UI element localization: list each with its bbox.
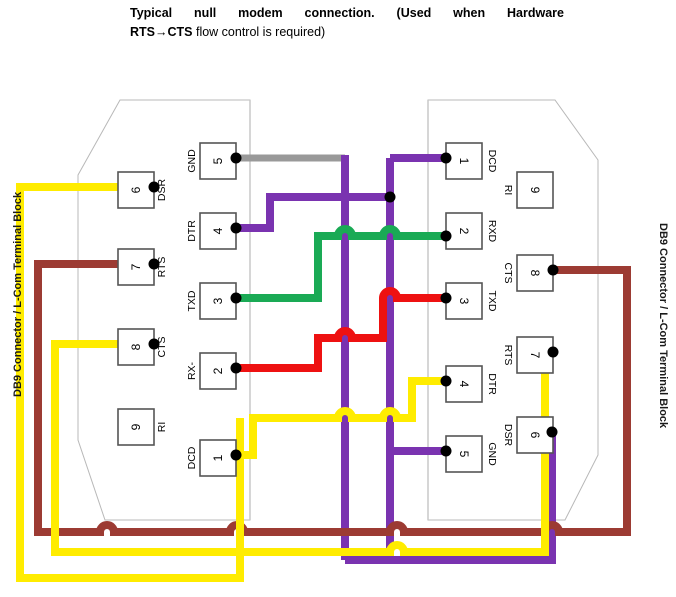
- pin-box-left-7-rts[interactable]: 7 RTS: [117, 248, 168, 286]
- pin-box-right-7-rts[interactable]: 7 RTS: [502, 336, 559, 374]
- pin-number-left-7: 7: [129, 263, 143, 270]
- pin-label-right-rxd: RXD: [486, 220, 498, 243]
- pin-label-left-txd: TXD: [186, 290, 198, 311]
- pin-box-right-4-dtr[interactable]: 4 DTR: [440, 365, 499, 403]
- pin-box-right-8-cts[interactable]: 8 CTS: [502, 254, 559, 292]
- pin-label-right-dtr: DTR: [486, 373, 498, 395]
- pin-label-right-cts: CTS: [502, 263, 514, 284]
- pin-number-right-2: 2: [457, 228, 471, 235]
- pin-number-right-9: 9: [528, 187, 542, 194]
- pin-box-left-1-dcd[interactable]: 1 DCD: [186, 439, 242, 477]
- pin-label-right-ri: RI: [502, 185, 514, 196]
- pin-box-left-5-gnd[interactable]: 5 GND: [186, 142, 242, 180]
- pin-label-right-dsr: DSR: [502, 424, 514, 447]
- null-modem-wiring-diagram: Typical null modem connection. (Used whe…: [0, 0, 676, 597]
- pin-box-right-5-gnd[interactable]: 5 GND: [440, 435, 499, 473]
- pin-label-right-gnd: GND: [486, 442, 498, 466]
- pin-box-left-9-ri[interactable]: 9 RI: [117, 408, 168, 446]
- pin-label-left-ri: RI: [156, 422, 168, 433]
- pin-label-right-txd: TXD: [486, 291, 498, 312]
- pin-number-left-9: 9: [129, 423, 143, 430]
- pin-number-right-5: 5: [457, 451, 471, 458]
- pin-number-left-2: 2: [211, 367, 225, 374]
- pin-box-right-3-txd[interactable]: 3 TXD: [440, 282, 499, 320]
- pin-number-right-1: 1: [457, 158, 471, 165]
- pin-number-left-1: 1: [211, 454, 225, 461]
- right-connector-pins: 1 DCD 2 RXD 3 TXD 4 DTR 5 GND 9 RI 8 CTS…: [440, 142, 559, 473]
- pin-label-left-rx: RX-: [186, 361, 198, 380]
- pin-label-right-dcd: DCD: [486, 150, 498, 173]
- pin-number-right-7: 7: [528, 352, 542, 359]
- junction-dot-purple-bus: [384, 191, 396, 203]
- pin-label-right-rts: RTS: [502, 345, 514, 366]
- pin-box-left-8-cts[interactable]: 8 CTS: [117, 328, 168, 366]
- left-connector-side-label: DB9 Connector / L-Com Terminal Block: [12, 191, 24, 397]
- pin-label-left-dcd: DCD: [186, 446, 198, 469]
- pin-box-right-6-dsr[interactable]: 6 DSR: [502, 416, 558, 454]
- pin-label-left-dtr: DTR: [186, 220, 198, 242]
- wiring-svg: 5 GND 4 DTR 3 TXD 2 RX- 1 DCD 6 DSR 7 RT…: [16, 99, 631, 582]
- pin-box-right-1-dcd[interactable]: 1 DCD: [440, 142, 499, 180]
- pin-number-left-8: 8: [129, 343, 143, 350]
- pin-number-right-8: 8: [528, 270, 542, 277]
- pin-number-left-3: 3: [211, 297, 225, 304]
- left-connector-pins: 5 GND 4 DTR 3 TXD 2 RX- 1 DCD 6 DSR 7 RT…: [117, 142, 242, 477]
- pin-number-left-6: 6: [129, 186, 143, 193]
- pin-box-right-9-ri[interactable]: 9 RI: [502, 171, 554, 209]
- pin-label-left-gnd: GND: [186, 149, 198, 173]
- pin-number-left-5: 5: [211, 157, 225, 164]
- pin-number-right-3: 3: [457, 298, 471, 305]
- pin-number-right-6: 6: [528, 432, 542, 439]
- wire-brown-rts-cts: [34, 260, 631, 536]
- pin-box-left-6-dsr[interactable]: 6 DSR: [117, 171, 168, 209]
- right-connector-side-label: DB9 Connector / L-Com Terminal Block: [657, 223, 669, 429]
- pin-box-left-3-txd[interactable]: 3 TXD: [186, 282, 242, 320]
- pin-box-left-4-dtr[interactable]: 4 DTR: [186, 212, 242, 250]
- pin-box-left-2-rx[interactable]: 2 RX-: [186, 352, 242, 390]
- pin-box-right-2-rxd[interactable]: 2 RXD: [440, 212, 499, 250]
- pin-number-left-4: 4: [211, 227, 225, 234]
- pin-number-right-4: 4: [457, 381, 471, 388]
